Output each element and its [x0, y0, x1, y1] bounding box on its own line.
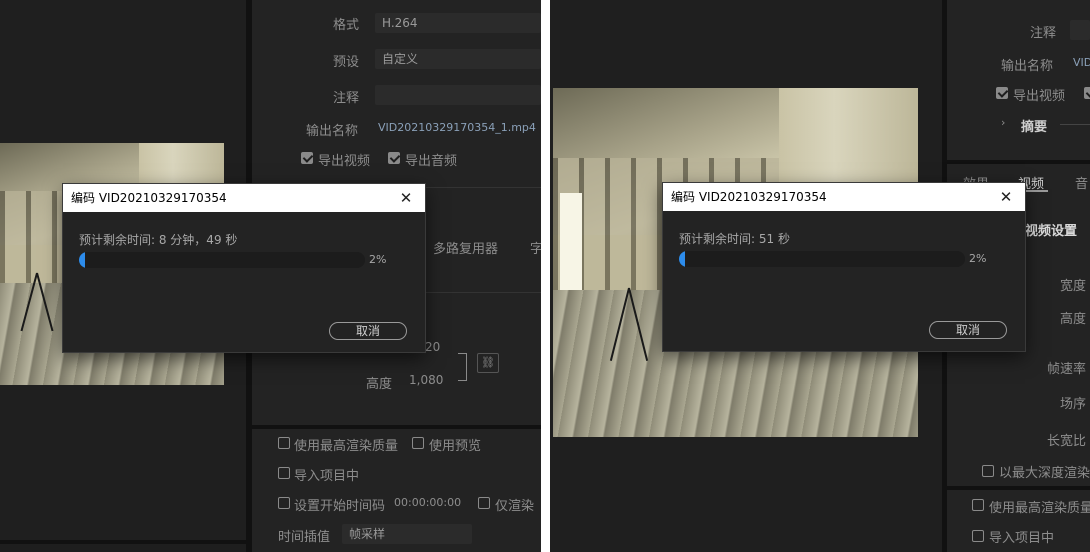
close-icon[interactable]: ✕ — [997, 183, 1015, 211]
tab-multiplexer[interactable]: 多路复用器 — [433, 238, 498, 257]
use-preview-label: 使用预览 — [429, 439, 482, 454]
frame-rate-label: 帧速率 — [1047, 362, 1087, 377]
cancel-button[interactable]: 取消 — [329, 322, 407, 340]
format-label: 格式 — [333, 18, 360, 33]
cancel-button[interactable]: 取消 — [929, 321, 1007, 339]
encoding-dialog: 编码 VID20210329170354 ✕ 预计剩余时间: 8 分钟，49 秒… — [63, 184, 425, 352]
output-name-label: 输出名称 — [1001, 59, 1054, 74]
width-label: 宽度 — [1060, 279, 1087, 294]
preset-label: 预设 — [333, 55, 360, 70]
preset-select[interactable]: 自定义 — [375, 49, 541, 69]
height-value[interactable]: 1,080 — [409, 373, 443, 387]
comment-input[interactable] — [375, 85, 541, 105]
import-project-checkbox[interactable] — [972, 530, 984, 542]
import-project-label: 导入项目中 — [294, 469, 360, 484]
export-video-label: 导出视频 — [1013, 89, 1066, 104]
field-order-label: 场序 — [1060, 397, 1087, 412]
remaining-time-text: 预计剩余时间: 51 秒 — [679, 232, 790, 246]
render-only-checkbox[interactable] — [478, 497, 490, 509]
max-depth-label: 以最大深度渲染 — [999, 466, 1090, 481]
right-screenshot: 注释 输出名称 VID 导出视频 › 摘要 效果 视频 音 视频设置 宽度 高度… — [550, 0, 1090, 552]
output-name-link[interactable]: VID — [1073, 56, 1090, 69]
comment-label: 注释 — [1030, 26, 1057, 41]
dialog-title: 编码 VID20210329170354 — [671, 190, 827, 204]
dialog-title: 编码 VID20210329170354 — [71, 191, 227, 205]
start-timecode-label: 设置开始时间码 — [294, 499, 386, 514]
export-audio-checkbox[interactable] — [1084, 87, 1090, 99]
export-video-checkbox[interactable] — [301, 152, 313, 164]
export-video-checkbox[interactable] — [996, 87, 1008, 99]
aspect-label: 长宽比 — [1047, 434, 1087, 449]
progress-bar — [79, 252, 365, 268]
progress-fill — [79, 252, 85, 268]
divider — [0, 540, 252, 544]
max-render-quality-checkbox[interactable] — [972, 499, 984, 511]
time-interpolation-label: 时间插值 — [278, 530, 331, 545]
export-video-label: 导出视频 — [318, 154, 371, 169]
dialog-titlebar: 编码 VID20210329170354 ✕ — [663, 183, 1025, 211]
time-interpolation-select[interactable]: 帧采样 — [342, 524, 472, 544]
start-timecode-checkbox[interactable] — [278, 497, 290, 509]
progress-bar — [679, 251, 965, 267]
progress-fill — [679, 251, 685, 267]
dialog-titlebar: 编码 VID20210329170354 ✕ — [63, 184, 425, 212]
height-label: 高度 — [366, 377, 393, 392]
export-audio-label: 导出音频 — [405, 154, 458, 169]
divider — [1060, 124, 1090, 125]
max-depth-checkbox[interactable] — [982, 465, 994, 477]
format-select[interactable]: H.264 — [375, 13, 541, 33]
import-project-label: 导入项目中 — [989, 531, 1055, 546]
output-name-link[interactable]: VID20210329170354_1.mp4 — [378, 121, 536, 134]
render-only-label: 仅渲染 — [495, 499, 535, 514]
output-name-label: 输出名称 — [306, 124, 359, 139]
remaining-time-text: 预计剩余时间: 8 分钟，49 秒 — [79, 233, 238, 247]
progress-percent: 2% — [369, 253, 387, 266]
summary-label[interactable]: 摘要 — [1021, 116, 1047, 135]
chain-link-icon[interactable]: ⛓ — [477, 353, 499, 373]
progress-percent: 2% — [969, 252, 987, 265]
height-label: 高度 — [1060, 312, 1087, 327]
export-settings-panel — [947, 0, 1090, 160]
import-project-checkbox[interactable] — [278, 467, 290, 479]
comment-input[interactable] — [1070, 20, 1090, 40]
chevron-right-icon[interactable]: › — [1001, 116, 1005, 129]
left-screenshot: 格式 H.264 预设 自定义 注释 输出名称 VID2021032917035… — [0, 0, 541, 552]
export-audio-checkbox[interactable] — [388, 152, 400, 164]
max-render-quality-label: 使用最高渲染质量 — [294, 439, 399, 454]
tab-partial[interactable]: 字 — [530, 238, 541, 257]
width-value[interactable]: 20 — [425, 340, 440, 354]
close-icon[interactable]: ✕ — [397, 184, 415, 212]
comment-label: 注释 — [333, 91, 360, 106]
link-bracket — [458, 353, 467, 381]
start-timecode-value[interactable]: 00:00:00:00 — [394, 496, 461, 509]
max-render-quality-label: 使用最高渲染质量 — [989, 501, 1090, 516]
divider — [426, 292, 541, 293]
encoding-dialog: 编码 VID20210329170354 ✕ 预计剩余时间: 51 秒 2% 取… — [663, 183, 1025, 351]
use-preview-checkbox[interactable] — [412, 437, 424, 449]
tab-audio[interactable]: 音 — [1075, 173, 1088, 192]
max-render-quality-checkbox[interactable] — [278, 437, 290, 449]
video-settings-heading: 视频设置 — [1025, 224, 1078, 239]
